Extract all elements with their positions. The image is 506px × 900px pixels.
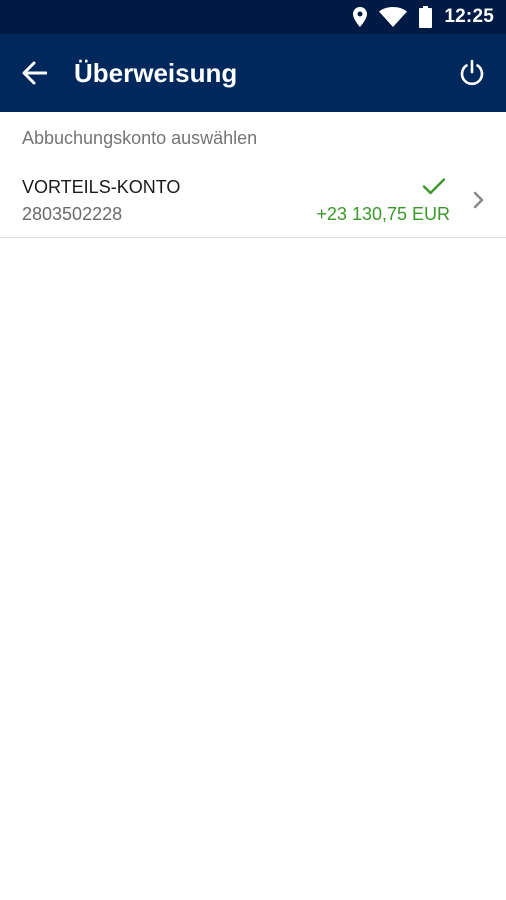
wifi-icon — [379, 7, 408, 27]
account-name: VORTEILS-KONTO — [22, 177, 181, 197]
logout-button[interactable] — [452, 53, 492, 93]
power-icon — [460, 59, 484, 86]
location-icon — [353, 7, 368, 27]
status-bar: 12:25 — [0, 0, 506, 34]
back-button[interactable] — [14, 53, 54, 93]
arrow-back-icon — [22, 61, 47, 85]
section-label: Abbuchungskonto auswählen — [22, 128, 258, 148]
account-number: 2803502228 — [22, 204, 123, 224]
account-balance: +23 130,75 EUR — [316, 204, 450, 224]
check-icon — [422, 178, 446, 195]
status-time: 12:25 — [444, 6, 494, 27]
chevron-right-icon — [473, 191, 484, 209]
app-bar: Überweisung — [0, 34, 506, 112]
divider — [0, 237, 506, 238]
battery-icon — [419, 6, 433, 28]
page-title: Überweisung — [74, 58, 238, 88]
account-row[interactable]: VORTEILS-KONTO 2803502228 +23 130,75 EUR — [0, 162, 506, 238]
